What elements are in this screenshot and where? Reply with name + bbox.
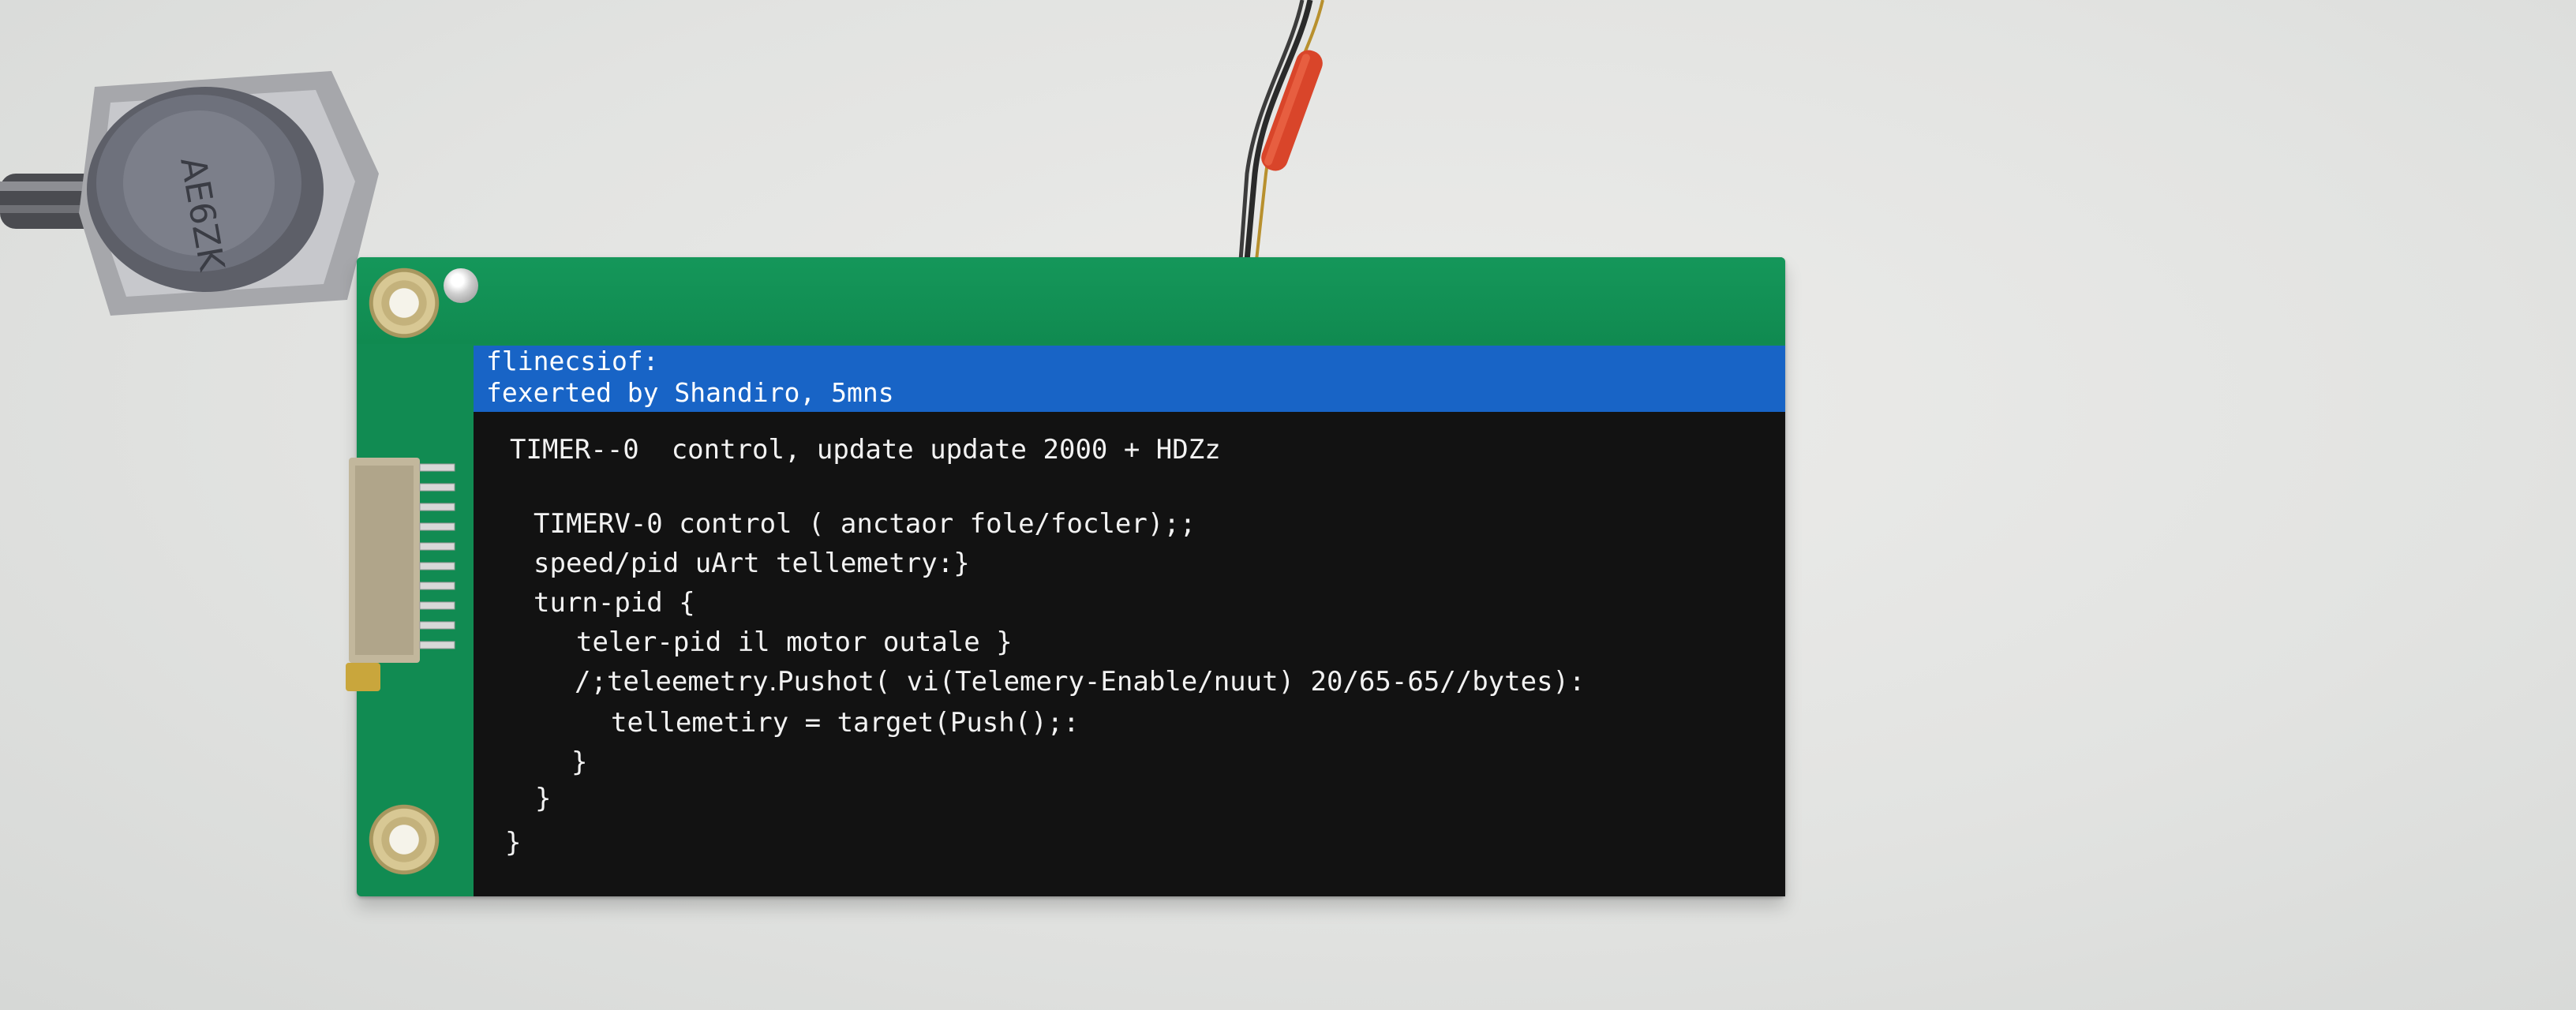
code-line-7: tellemetiry = target(Push();: [611, 707, 1080, 739]
code-line-2: TIMERV-0 control ( anctaor fole/focler);… [534, 508, 1196, 540]
code-line-10: } [505, 827, 522, 858]
code-line-1: TIMER--0 control, update update 2000 + H… [510, 434, 1221, 466]
pin-header-connector [346, 458, 455, 691]
photo-scene: AE6ZK flinecsiof: fexerted by Shandiro, … [0, 0, 2576, 1010]
code-line-8: } [571, 746, 588, 778]
pcb-top-strip [357, 257, 1785, 344]
title-line-1: flinecsiof: [486, 346, 659, 376]
code-line-3: speed/pid uArt tellemetry:} [534, 548, 970, 579]
code-line-5: teler-pid il motor outale } [576, 627, 1013, 658]
cable-with-heatshrink [1238, 0, 1324, 261]
code-line-9: } [535, 783, 552, 814]
code-line-6: /;teleemetry․Pushot( vi(Telemery-Enable/… [575, 666, 1586, 698]
mounting-hole-bottom [365, 800, 444, 879]
lcd-display: flinecsiof: fexerted by Shandiro, 5mns T… [474, 346, 1785, 896]
screw-head [444, 268, 478, 303]
metal-connector: AE6ZK [0, 71, 379, 316]
title-line-2: fexerted by Shandiro, 5mns [486, 377, 894, 408]
display-title-bar: flinecsiof: fexerted by Shandiro, 5mns [474, 346, 1785, 412]
mounting-hole-top [365, 264, 444, 342]
code-line-4: turn-pid { [534, 587, 695, 619]
